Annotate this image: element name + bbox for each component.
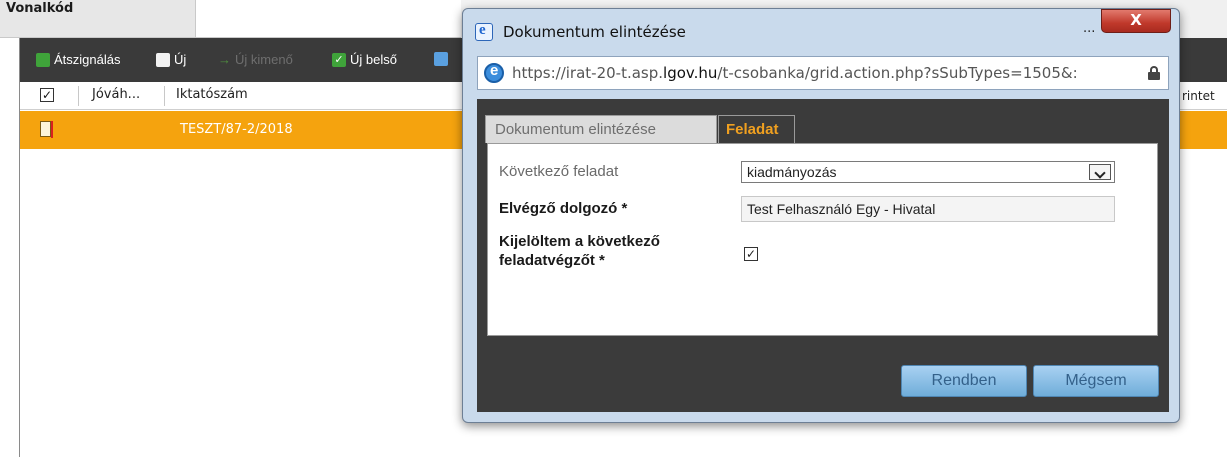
column-header-iktatoszam[interactable]: Iktatószám bbox=[176, 87, 248, 102]
new-document-icon bbox=[156, 52, 170, 67]
select-all-checkbox[interactable]: ✓ bbox=[40, 88, 54, 102]
check-icon: ✓ bbox=[332, 52, 346, 67]
new-button[interactable]: Új bbox=[156, 52, 186, 67]
lock-icon bbox=[1148, 66, 1160, 80]
new-label: Új bbox=[174, 52, 187, 67]
chevron-down-icon[interactable] bbox=[1089, 164, 1111, 180]
document-icon bbox=[40, 121, 53, 138]
reassign-label: Átszignálás bbox=[54, 52, 121, 67]
column-divider bbox=[78, 86, 79, 106]
url-prefix: https://irat-20-t.asp. bbox=[512, 64, 664, 82]
dialog-content: Dokumentum elintézése Feladat Következő … bbox=[477, 99, 1169, 412]
reassign-button[interactable]: Átszignálás bbox=[36, 52, 120, 67]
url-suffix: /t-csobanka/grid.action.php?sSubTypes=15… bbox=[717, 64, 1078, 82]
next-task-select[interactable]: kiadmányozás bbox=[741, 161, 1115, 183]
column-divider bbox=[164, 86, 165, 106]
address-bar[interactable]: https://irat-20-t.asp.lgov.hu/t-csobanka… bbox=[477, 56, 1169, 90]
more-action-icon bbox=[434, 52, 448, 66]
tab-vonalkod-label: Vonalkód bbox=[6, 1, 74, 16]
new-internal-label: Új belső bbox=[350, 52, 397, 67]
assignee-field[interactable]: Test Felhasználó Egy - Hivatal bbox=[741, 196, 1115, 222]
tab-dokumentum-elintezese[interactable]: Dokumentum elintézése bbox=[485, 115, 717, 143]
next-task-value: kiadmányozás bbox=[747, 164, 837, 180]
cancel-button[interactable]: Mégsem bbox=[1033, 365, 1159, 397]
new-outgoing-label: Új kimenő bbox=[235, 52, 293, 67]
reassign-icon bbox=[36, 52, 50, 67]
row-iktatoszam: TESZT/87-2/2018 bbox=[180, 122, 293, 137]
url-text: https://irat-20-t.asp.lgov.hu/t-csobanka… bbox=[512, 64, 1122, 82]
selected-next-label-line1: Kijelöltem a következő bbox=[499, 233, 660, 250]
tab-blank bbox=[196, 0, 461, 38]
assignee-value: Test Felhasználó Egy - Hivatal bbox=[747, 201, 936, 217]
selected-next-label-line2: feladatvégzőt * bbox=[499, 252, 605, 269]
next-task-label: Következő feladat bbox=[499, 163, 619, 180]
outgoing-arrow-icon: → bbox=[218, 52, 231, 67]
column-header-partial[interactable]: rintet bbox=[1182, 89, 1215, 103]
ok-button[interactable]: Rendben bbox=[901, 365, 1027, 397]
column-header-jovah[interactable]: Jóváh... bbox=[92, 87, 140, 102]
url-domain: lgov.hu bbox=[663, 64, 718, 82]
close-button[interactable]: X bbox=[1101, 9, 1171, 33]
browser-page-icon: e bbox=[475, 22, 493, 41]
dialog-window: e Dokumentum elintézése ... X https://ir… bbox=[462, 8, 1180, 423]
assignee-label: Elvégző dolgozó * bbox=[499, 200, 628, 217]
dialog-title: Dokumentum elintézése bbox=[503, 23, 686, 41]
toolbar-more-button[interactable] bbox=[434, 52, 448, 66]
new-internal-button[interactable]: ✓ Új belső bbox=[332, 52, 397, 67]
new-outgoing-button[interactable]: → Új kimenő bbox=[218, 52, 293, 67]
selected-next-checkbox[interactable]: ✓ bbox=[744, 247, 758, 261]
title-ellipsis: ... bbox=[1083, 21, 1096, 36]
ie-icon bbox=[484, 62, 504, 83]
task-form: Következő feladat kiadmányozás Elvégző d… bbox=[487, 143, 1158, 336]
tab-feladat[interactable]: Feladat bbox=[718, 115, 795, 144]
tab-vonalkod[interactable]: Vonalkód bbox=[0, 0, 196, 38]
